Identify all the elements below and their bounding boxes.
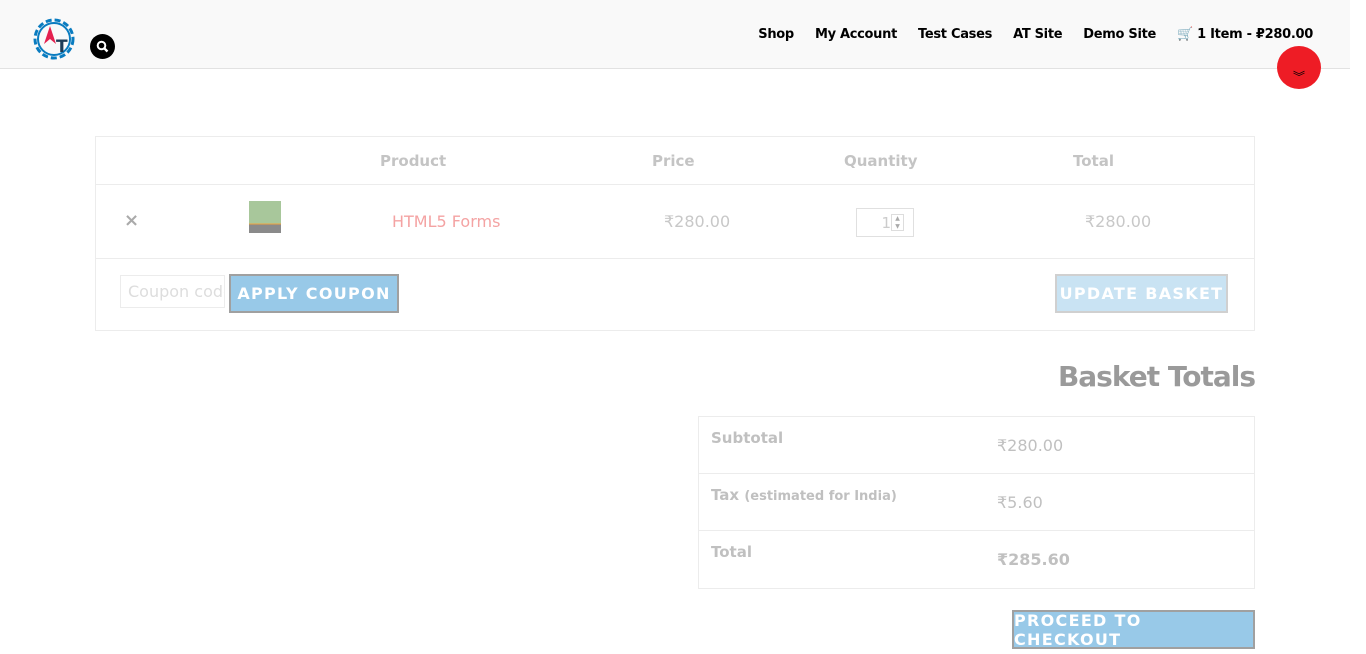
cart-actions: Coupon code APPLY COUPON UPDATE BASKET [96, 259, 1254, 329]
cart-table: Product Price Quantity Total × HTML5 For… [95, 136, 1255, 331]
nav-demo-site[interactable]: Demo Site [1083, 27, 1156, 42]
update-basket-button[interactable]: UPDATE BASKET [1055, 274, 1228, 313]
basket-totals-table: Subtotal ₹280.00 Tax (estimated for India… [698, 416, 1255, 589]
nav-my-account[interactable]: My Account [815, 27, 897, 42]
site-logo[interactable]: T [30, 14, 80, 64]
spinner-arrows[interactable]: ▲ ▼ [891, 214, 904, 231]
scroll-down-button[interactable]: ︾ [1277, 46, 1321, 89]
cart-icon: 🛒 [1177, 27, 1193, 42]
tax-note: (estimated for India) [744, 489, 897, 504]
nav-test-cases[interactable]: Test Cases [918, 27, 992, 42]
basket-totals-heading: Basket Totals [1057, 360, 1256, 393]
tax-label: Tax [711, 486, 740, 504]
coupon-input[interactable]: Coupon code [120, 275, 225, 308]
tax-row: Tax (estimated for India) ₹5.60 [699, 474, 1254, 531]
search-icon [96, 40, 109, 53]
cart-header-row: Product Price Quantity Total [96, 137, 1254, 185]
double-chevron-down-icon: ︾ [1292, 70, 1305, 84]
cart-summary: 1 Item - ₽280.00 [1197, 27, 1313, 42]
remove-item-button[interactable]: × [124, 210, 139, 231]
quantity-stepper[interactable]: 1 ▲ ▼ [856, 208, 914, 237]
nav-at-site[interactable]: AT Site [1013, 27, 1063, 42]
header-price: Price [652, 152, 695, 170]
tax-value: ₹5.60 [997, 493, 1043, 512]
nav-shop[interactable]: Shop [758, 27, 794, 42]
search-button[interactable] [90, 34, 115, 59]
proceed-to-checkout-button[interactable]: PROCEED TO CHECKOUT [1012, 610, 1255, 649]
subtotal-label: Subtotal [711, 429, 784, 447]
site-header: T Shop My Account Test Cases AT Site Dem… [0, 0, 1350, 69]
main-nav: Shop My Account Test Cases AT Site Demo … [758, 27, 1313, 42]
quantity-value: 1 [881, 214, 891, 232]
total-value: ₹285.60 [997, 550, 1070, 569]
tax-label-wrap: Tax (estimated for India) [711, 486, 897, 504]
item-total: ₹280.00 [1085, 212, 1152, 231]
product-link[interactable]: HTML5 Forms [392, 212, 500, 231]
svg-text:T: T [56, 37, 68, 57]
cart-item-row: × HTML5 Forms ₹280.00 1 ▲ ▼ ₹280.00 [96, 185, 1254, 259]
subtotal-row: Subtotal ₹280.00 [699, 417, 1254, 474]
nav-cart[interactable]: 🛒 1 Item - ₽280.00 [1177, 27, 1313, 42]
subtotal-value: ₹280.00 [997, 436, 1064, 455]
header-total: Total [1073, 152, 1114, 170]
header-product: Product [380, 152, 447, 170]
total-label: Total [711, 543, 752, 561]
product-thumbnail[interactable] [249, 201, 281, 233]
total-row: Total ₹285.60 [699, 531, 1254, 588]
item-price: ₹280.00 [664, 212, 731, 231]
header-quantity: Quantity [844, 152, 918, 170]
apply-coupon-button[interactable]: APPLY COUPON [229, 274, 399, 313]
